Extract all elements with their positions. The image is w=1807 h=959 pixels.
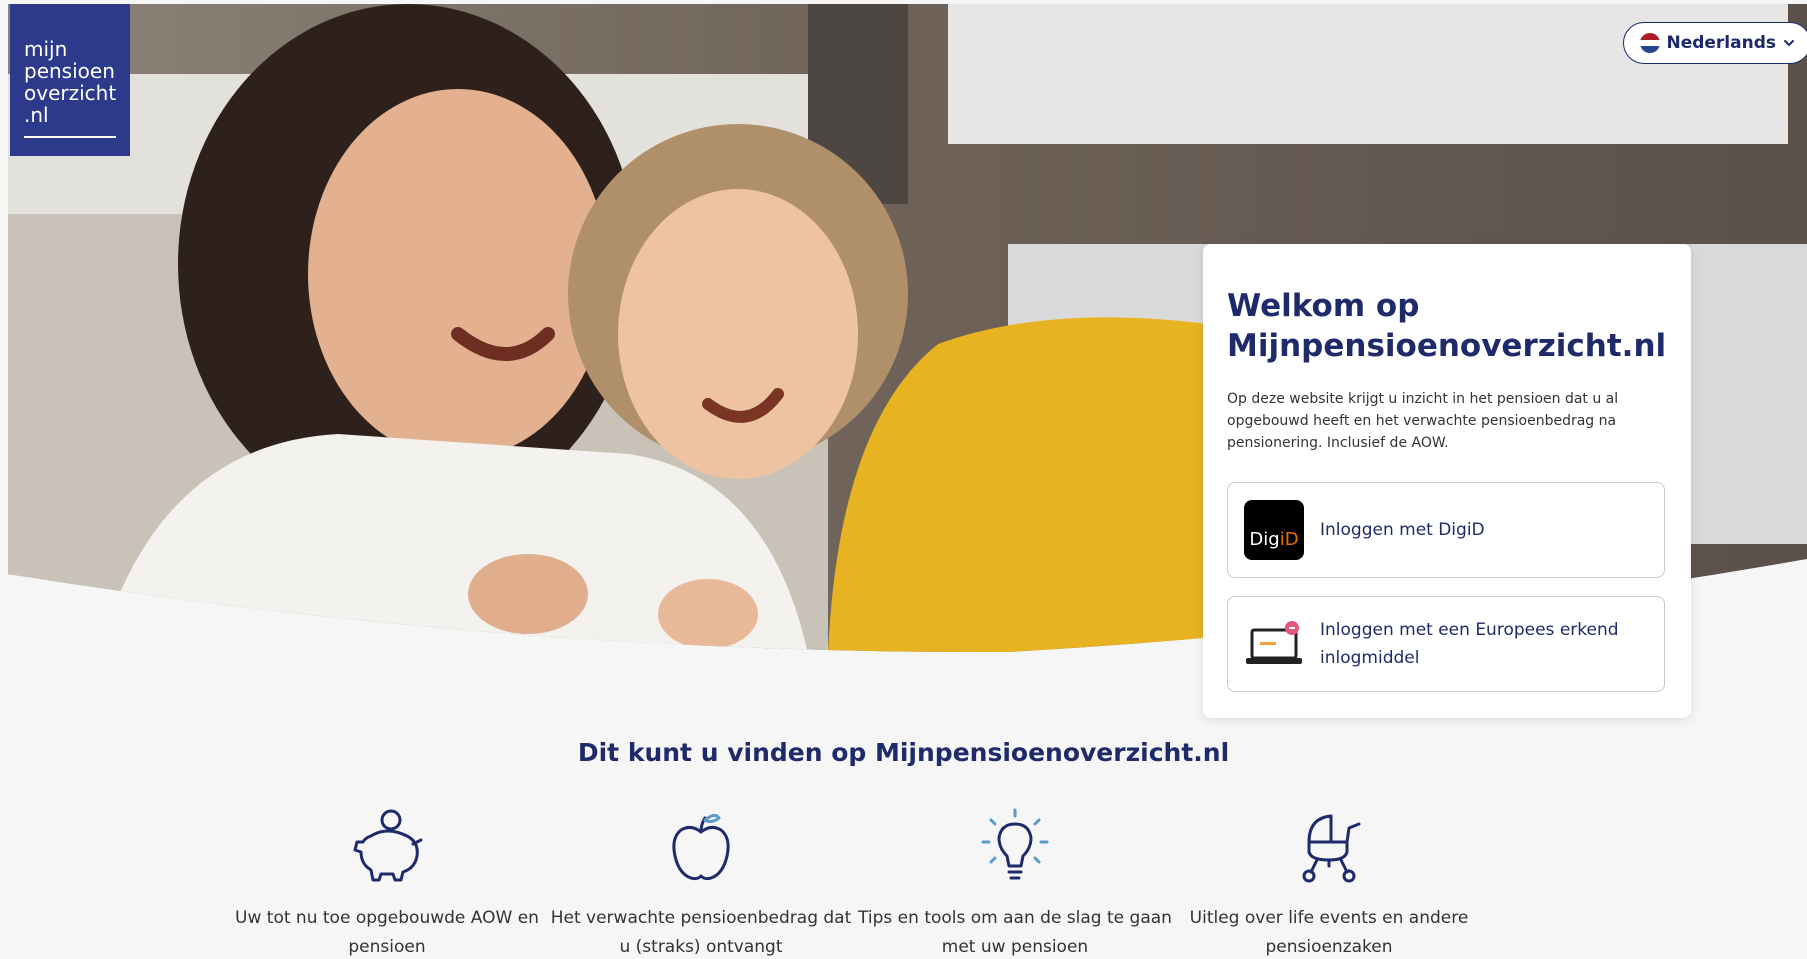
welcome-title: Welkom op Mijnpensioenoverzicht.nl	[1227, 288, 1667, 364]
logo-line-1: mijn	[24, 37, 68, 61]
login-eu-button[interactable]: Inloggen met een Europees erkend inlogmi…	[1227, 596, 1665, 692]
welcome-card: Welkom op Mijnpensioenoverzicht.nl Op de…	[1203, 244, 1691, 718]
feature-text: Tips en tools om aan de slag te gaan met…	[858, 908, 1172, 957]
apple-icon	[672, 813, 730, 881]
logo-underline	[24, 136, 116, 138]
stroller-icon	[1302, 814, 1361, 883]
section-title: Dit kunt u vinden op Mijnpensioenoverzic…	[577, 738, 1230, 767]
feature-text: Uw tot nu toe opgebouwde AOW en pensioen	[235, 908, 539, 957]
feature-item: Uw tot nu toe opgebouwde AOW en pensioen	[230, 806, 544, 959]
feature-item: Het verwachte pensioenbedrag dat u (stra…	[544, 806, 858, 959]
feature-text: Het verwachte pensioenbedrag dat u (stra…	[550, 908, 852, 957]
feature-item: Uitleg over life events en andere pensio…	[1172, 806, 1486, 959]
feature-item: Tips en tools om aan de slag te gaan met…	[858, 806, 1172, 959]
logo-line-3: overzicht	[24, 81, 117, 105]
digid-logo-prefix: Dig	[1249, 529, 1280, 550]
laptop-eu-icon	[1246, 621, 1302, 664]
login-eu-label: Inloggen met een Europees erkend inlogmi…	[1320, 620, 1619, 668]
logo-line-2: pensioen	[24, 59, 115, 83]
site-logo[interactable]: mijn pensioen overzicht .nl	[10, 4, 130, 156]
lightbulb-icon	[981, 808, 1049, 880]
dutch-flag-icon	[1640, 33, 1661, 53]
feature-text: Uitleg over life events en andere pensio…	[1189, 908, 1469, 957]
language-label: Nederlands	[1666, 33, 1776, 53]
digid-logo-icon: Dig iD	[1244, 500, 1304, 560]
page: mijn pensioen overzicht .nl Nederlands W…	[0, 0, 1807, 959]
login-digid-label: Inloggen met DigiD	[1320, 520, 1485, 540]
piggy-bank-icon	[353, 809, 423, 882]
chevron-down-icon	[1784, 40, 1794, 47]
logo-line-4: .nl	[24, 103, 49, 127]
language-selector[interactable]: Nederlands	[1623, 22, 1807, 64]
welcome-intro: Op deze website krijgt u inzicht in het …	[1227, 391, 1619, 451]
digid-logo-suffix: iD	[1279, 529, 1299, 550]
login-digid-button[interactable]: Dig iD Inloggen met DigiD	[1227, 482, 1665, 578]
features-list: Uw tot nu toe opgebouwde AOW en pensioen…	[230, 806, 1486, 959]
